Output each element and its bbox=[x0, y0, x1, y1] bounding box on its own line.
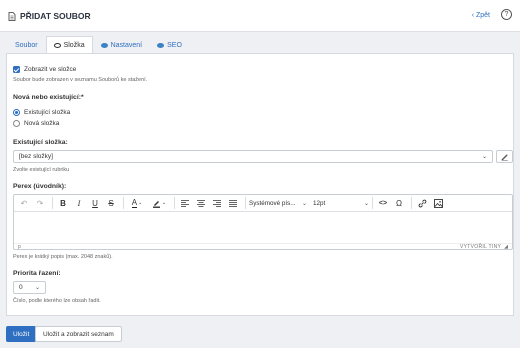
special-char-icon[interactable]: Ω bbox=[392, 197, 406, 210]
editor-toolbar: ↶ ↷ B I U S A ⌄ ⌄ Systémové pís... ⌄ 12p… bbox=[14, 195, 512, 212]
font-family-value: Systémové pís... bbox=[249, 199, 296, 207]
image-icon[interactable] bbox=[431, 197, 445, 210]
save-and-list-button[interactable]: Uložit a zobrazit seznam bbox=[35, 326, 122, 342]
show-in-folder-label: Zobrazit ve složce bbox=[24, 66, 77, 73]
font-family-select[interactable]: Systémové pís... ⌄ bbox=[249, 200, 307, 207]
radio-new-label: Nová složka bbox=[24, 120, 60, 127]
toggle-icon bbox=[100, 42, 108, 48]
chevron-down-icon: ⌄ bbox=[301, 200, 307, 207]
italic-icon[interactable]: I bbox=[72, 197, 86, 210]
existing-folder-select[interactable]: [bez složky] ⌄ bbox=[13, 150, 493, 163]
tab-label: SEO bbox=[167, 41, 182, 49]
perex-editor: ↶ ↷ B I U S A ⌄ ⌄ Systémové pís... ⌄ 12p… bbox=[13, 194, 513, 250]
redo-icon[interactable]: ↷ bbox=[33, 197, 47, 210]
tab-seo[interactable]: SEO bbox=[150, 36, 189, 54]
folder-choice-label: Nová nebo existující:* bbox=[13, 94, 84, 101]
priority-select[interactable]: 0 ⌄ bbox=[13, 281, 46, 294]
tab-label: Soubor bbox=[15, 41, 38, 49]
tab-slozka[interactable]: Složka bbox=[45, 36, 93, 54]
align-left-icon[interactable] bbox=[178, 197, 192, 210]
code-icon[interactable]: <> bbox=[376, 197, 390, 210]
undo-icon[interactable]: ↶ bbox=[17, 197, 31, 210]
back-link[interactable]: ‹ Zpět bbox=[472, 12, 490, 19]
chevron-down-icon: ⌄ bbox=[363, 200, 369, 207]
align-right-icon[interactable] bbox=[210, 197, 224, 210]
align-justify-icon[interactable] bbox=[226, 197, 240, 210]
page-header: PŘIDAT SOUBOR ‹ Zpět ? bbox=[0, 0, 520, 32]
tab-nastaveni[interactable]: Nastavení bbox=[94, 36, 150, 54]
radio-existing[interactable] bbox=[13, 109, 20, 116]
existing-folder-value: [bez složky] bbox=[19, 153, 53, 160]
tab-bar: Soubor Složka Nastavení SEO bbox=[8, 36, 514, 54]
existing-folder-label: Existující složka: bbox=[13, 139, 68, 146]
bold-icon[interactable]: B bbox=[56, 197, 70, 210]
toolbar-divider bbox=[372, 197, 373, 209]
toolbar-divider bbox=[411, 197, 412, 209]
show-in-folder-hint: Soubor bude zobrazen v seznamu Souborů k… bbox=[13, 77, 148, 83]
perex-hint: Perex je krátký popis (max. 2048 znaků). bbox=[13, 254, 113, 260]
toggle-icon bbox=[157, 42, 165, 48]
toolbar-divider bbox=[245, 197, 246, 209]
marker-icon bbox=[152, 200, 160, 208]
form-panel: Zobrazit ve složce Soubor bude zobrazen … bbox=[6, 53, 514, 316]
edit-folder-button[interactable] bbox=[496, 150, 513, 163]
underline-icon[interactable]: U bbox=[88, 197, 102, 210]
page-title-text: PŘIDAT SOUBOR bbox=[20, 11, 91, 21]
toggle-icon bbox=[53, 43, 61, 48]
editor-content-area[interactable] bbox=[14, 212, 512, 243]
page-title: PŘIDAT SOUBOR bbox=[8, 11, 91, 21]
text-color-icon[interactable]: A ⌄ bbox=[127, 197, 147, 210]
tab-label: Složka bbox=[63, 42, 85, 49]
element-path: p bbox=[18, 244, 21, 250]
show-in-folder-row: Zobrazit ve složce bbox=[13, 66, 76, 73]
perex-label: Perex (úvodník): bbox=[13, 183, 67, 190]
edit-icon bbox=[501, 153, 508, 161]
editor-statusbar: p VYTVOŘIL TINY ◢ bbox=[14, 243, 512, 250]
radio-existing-row[interactable]: Existující složka bbox=[13, 109, 70, 116]
file-icon bbox=[8, 11, 16, 21]
strikethrough-icon[interactable]: S bbox=[104, 197, 118, 210]
toolbar-divider bbox=[174, 197, 175, 209]
radio-new[interactable] bbox=[13, 120, 20, 127]
priority-label: Priorita řazení: bbox=[13, 270, 61, 277]
font-size-value: 12pt bbox=[313, 199, 326, 207]
tab-soubor[interactable]: Soubor bbox=[8, 36, 45, 54]
align-center-icon[interactable] bbox=[194, 197, 208, 210]
editor-branding[interactable]: VYTVOŘIL TINY bbox=[460, 244, 501, 250]
highlight-icon[interactable]: ⌄ bbox=[149, 197, 169, 210]
tab-label: Nastavení bbox=[110, 41, 143, 49]
save-button[interactable]: Uložit bbox=[6, 326, 37, 342]
link-icon[interactable] bbox=[415, 197, 429, 210]
radio-existing-label: Existující složka bbox=[24, 109, 71, 116]
chevron-down-icon: ⌄ bbox=[481, 154, 487, 160]
toolbar-divider bbox=[123, 197, 124, 209]
toolbar-divider bbox=[52, 197, 53, 209]
priority-value: 0 bbox=[19, 284, 23, 291]
font-size-select[interactable]: 12pt ⌄ bbox=[313, 200, 369, 207]
priority-hint: Číslo, podle kterého lze obsah řadit. bbox=[13, 298, 101, 304]
chevron-down-icon: ⌄ bbox=[34, 285, 40, 291]
resize-handle-icon[interactable]: ◢ bbox=[504, 244, 508, 250]
existing-folder-hint: Zvolte existující rubriku bbox=[13, 167, 70, 173]
help-icon[interactable]: ? bbox=[501, 9, 512, 20]
show-in-folder-checkbox[interactable] bbox=[13, 66, 20, 73]
radio-new-row[interactable]: Nová složka bbox=[13, 120, 59, 127]
